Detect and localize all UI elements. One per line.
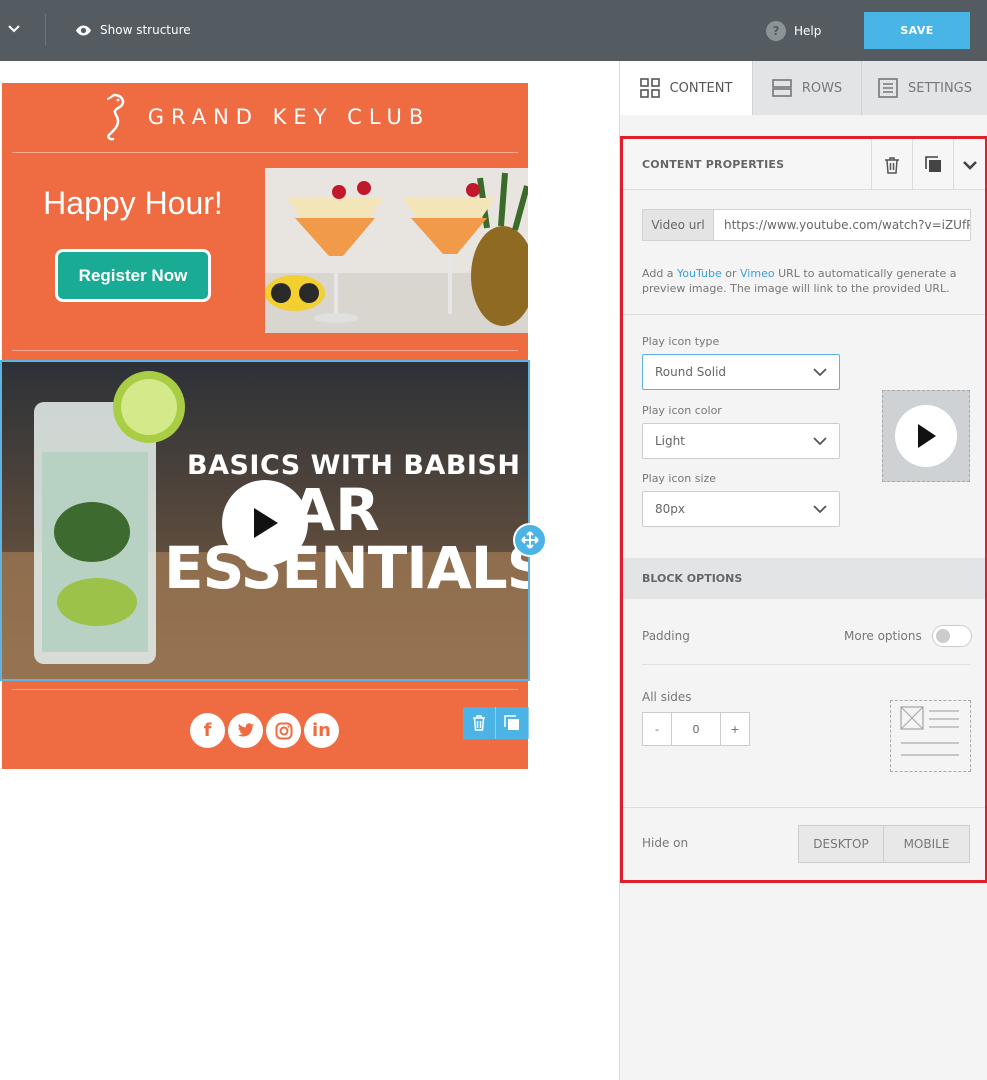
video-url-label: Video url [642,209,714,241]
top-toolbar: Show structure ? Help SAVE [0,0,987,61]
cocktail-image [265,168,528,333]
trash-icon[interactable] [871,139,912,190]
sidebar-tabs: CONTENT ROWS SETTINGS [620,61,987,115]
play-icon-preview [882,390,970,482]
duplicate-icon[interactable] [496,707,529,739]
padding-preview-icon [890,700,971,772]
linkedin-icon[interactable]: in [304,713,339,748]
toggle-knob [936,629,950,643]
play-icon-size-select[interactable]: 80px [642,491,840,527]
question-icon: ? [766,21,786,41]
help-text-part: Add a [642,267,678,280]
vimeo-link[interactable]: Vimeo [740,267,775,280]
toolbar-divider [45,14,46,46]
save-button[interactable]: SAVE [864,12,970,49]
play-icon-color-select[interactable]: Light [642,423,840,459]
tab-settings[interactable]: SETTINGS [862,61,987,115]
tab-content[interactable]: CONTENT [620,61,753,115]
chevron-down-icon [813,504,827,513]
chevron-down-icon[interactable] [953,139,985,190]
help-label: Help [794,24,822,38]
more-options-label: More options [844,629,922,643]
grid-icon [639,78,660,98]
logo-row: GRAND KEY CLUB [2,83,528,151]
email-body: GRAND KEY CLUB Happy Hour! Register Now [0,83,547,769]
logo-text: GRAND KEY CLUB [147,105,431,129]
all-sides-label: All sides [642,690,692,704]
padding-label: Padding [642,629,690,643]
register-button[interactable]: Register Now [55,249,211,302]
help-button[interactable]: ? Help [766,21,821,41]
hide-mobile-button[interactable]: MOBILE [884,825,970,863]
social-icons: f in [190,713,339,748]
settings-list-icon [878,78,898,98]
show-structure-toggle[interactable]: Show structure [75,21,191,39]
play-icon[interactable] [222,480,308,566]
select-value: Round Solid [655,365,727,379]
select-value: 80px [655,502,685,516]
hide-on-toggle-group: DESKTOP MOBILE [798,825,970,863]
move-handle-icon[interactable] [513,523,547,557]
decrement-button[interactable]: - [643,713,671,745]
play-icon-color-label: Play icon color [642,404,722,417]
video-url-input[interactable]: https://www.youtube.com/watch?v=iZUfPI [714,209,971,241]
video-title-line3: ESSENTIALS [164,534,528,602]
play-icon [895,405,957,467]
tab-rows[interactable]: ROWS [753,61,862,115]
seahorse-logo-icon [106,93,124,141]
cocktail-photo[interactable] [265,168,528,333]
more-options-toggle[interactable] [932,625,972,647]
divider [623,807,985,808]
eye-icon [76,25,91,35]
video-block[interactable]: BASICS WITH BABISH BAR ESSENTIALS [0,360,530,681]
twitter-icon[interactable] [228,713,263,748]
chevron-down-icon[interactable] [6,20,22,36]
block-toolbar [463,707,529,739]
play-icon-type-select[interactable]: Round Solid [642,354,840,390]
tab-label: CONTENT [669,80,733,96]
play-icon-type-label: Play icon type [642,335,720,348]
instagram-icon[interactable] [266,713,301,748]
panel-header: CONTENT PROPERTIES [623,139,985,190]
chevron-down-icon [813,436,827,445]
hide-on-label: Hide on [642,836,689,850]
padding-value-input[interactable]: 0 [671,713,721,745]
play-icon-size-label: Play icon size [642,472,717,485]
help-text-part: or [721,267,741,280]
select-value: Light [655,434,685,448]
facebook-icon[interactable]: f [190,713,225,748]
content-properties-panel: CONTENT PROPERTIES Video url https://www… [620,136,987,883]
duplicate-icon[interactable] [912,139,953,190]
divider [12,350,518,351]
increment-button[interactable]: + [721,713,749,745]
headline: Happy Hour! [43,185,223,221]
email-canvas: GRAND KEY CLUB Happy Hour! Register Now [0,61,619,1080]
video-url-help: Add a YouTube or Vimeo URL to automatica… [642,266,972,296]
show-structure-label: Show structure [100,23,191,37]
divider [623,314,985,315]
padding-stepper: - 0 + [642,712,750,746]
rows-icon [772,79,792,97]
block-options-header: BLOCK OPTIONS [623,558,985,599]
tab-label: SETTINGS [907,80,972,96]
trash-icon[interactable] [463,707,496,739]
chevron-down-icon [813,367,827,376]
youtube-link[interactable]: YouTube [677,267,722,280]
properties-sidebar: CONTENT ROWS SETTINGS CONTENT PROPERTIES… [619,61,987,1080]
divider [12,152,518,153]
tab-label: ROWS [801,80,843,96]
hide-desktop-button[interactable]: DESKTOP [798,825,884,863]
divider [12,689,518,690]
panel-title: CONTENT PROPERTIES [642,158,785,171]
divider [642,664,971,665]
